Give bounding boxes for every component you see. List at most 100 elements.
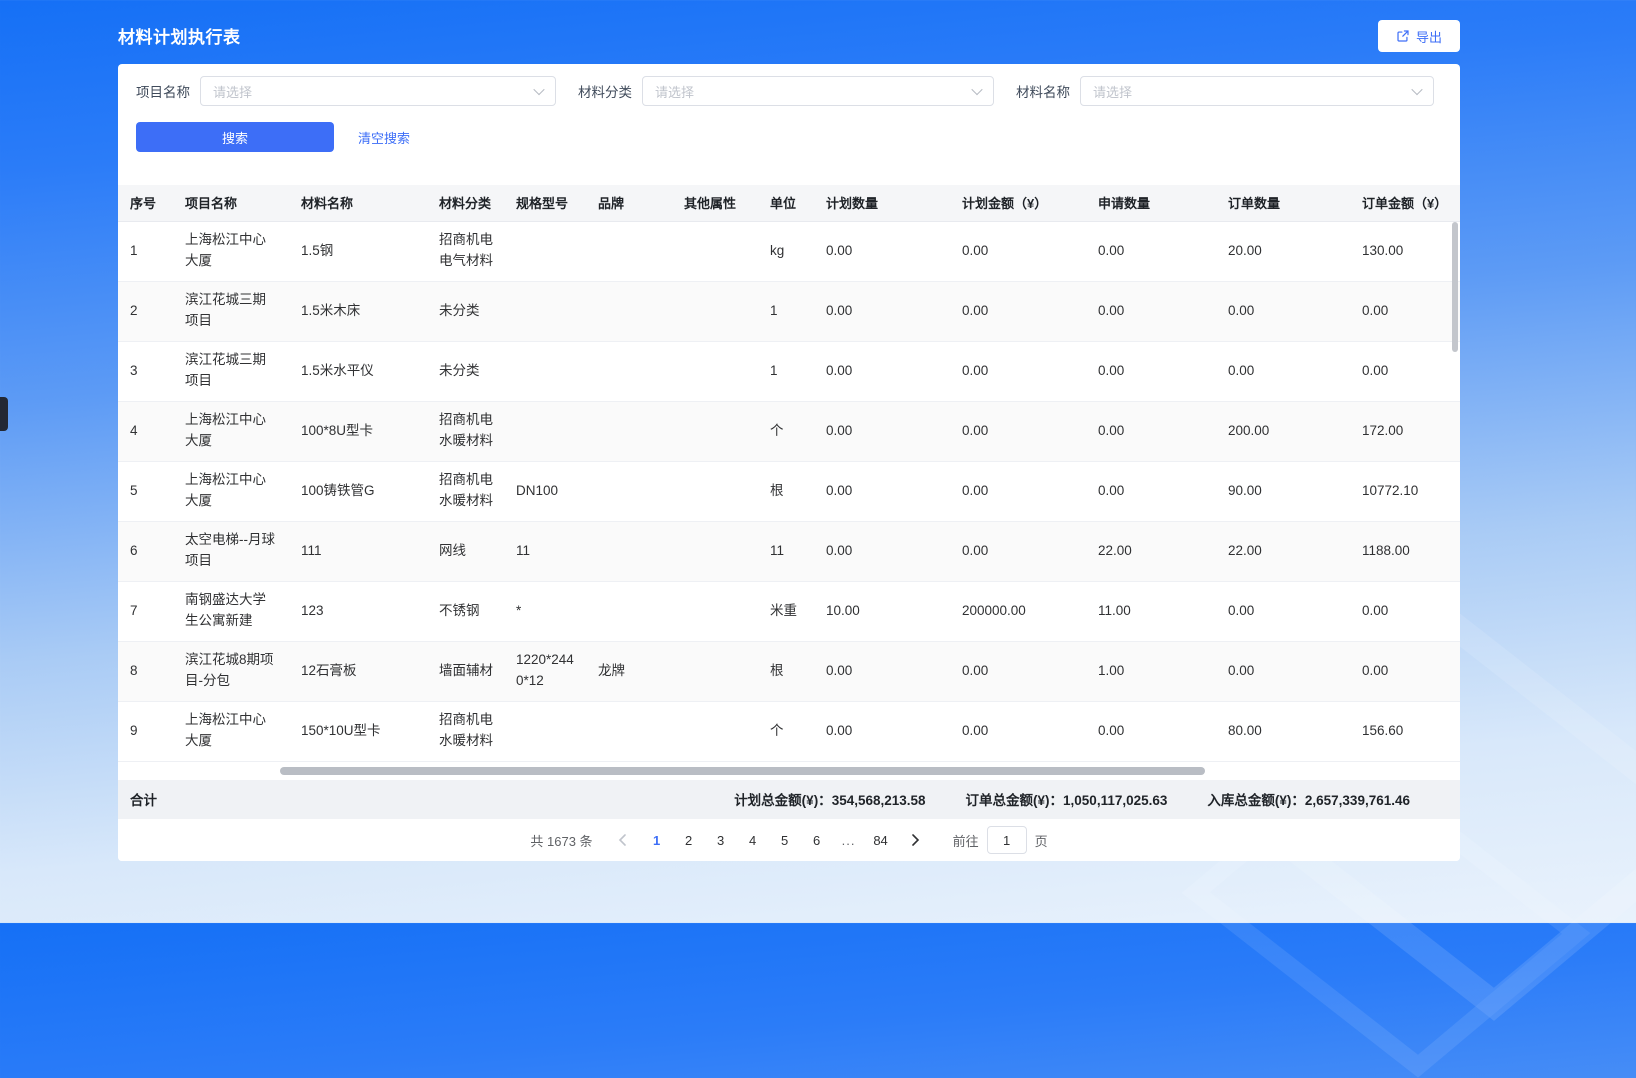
table-cell: 20.00 xyxy=(1216,221,1350,281)
next-page-button[interactable] xyxy=(901,826,929,854)
table-cell xyxy=(586,281,672,341)
chevron-down-icon xyxy=(1411,84,1422,95)
chevron-down-icon xyxy=(533,84,544,95)
table-cell: 滨江花城8期项目-分包 xyxy=(173,641,289,701)
table-cell xyxy=(504,401,586,461)
page-jump-label: 前往 xyxy=(953,831,979,850)
table-cell: 墙面辅材 xyxy=(427,641,504,701)
project-name-select[interactable]: 请选择 xyxy=(200,76,556,106)
column-header: 材料名称 xyxy=(289,185,427,221)
clear-search-link[interactable]: 清空搜索 xyxy=(358,128,410,147)
table-cell: 0.00 xyxy=(1086,701,1216,761)
table-cell xyxy=(672,521,758,581)
previous-page-button[interactable] xyxy=(609,826,637,854)
horizontal-scrollbar-thumb[interactable] xyxy=(280,767,1205,775)
column-header: 序号 xyxy=(118,185,173,221)
table-cell xyxy=(672,221,758,281)
table-cell: 南钢盛达大学生公寓新建 xyxy=(173,581,289,641)
table-cell: 滨江花城三期项目 xyxy=(173,281,289,341)
table-cell: 111 xyxy=(289,521,427,581)
order-total-amount: 订单总金额(¥)：1,050,117,025.63 xyxy=(966,789,1168,809)
table-cell: 0.00 xyxy=(1086,281,1216,341)
table-cell: 0.00 xyxy=(1216,281,1350,341)
material-name-select[interactable]: 请选择 xyxy=(1080,76,1434,106)
planned-total-amount: 计划总金额(¥)：354,568,213.58 xyxy=(734,789,925,809)
column-header: 单位 xyxy=(758,185,814,221)
pager-ellipsis[interactable]: ... xyxy=(835,826,863,854)
table-cell xyxy=(586,341,672,401)
column-header: 订单数量 xyxy=(1216,185,1350,221)
page-button-4[interactable]: 4 xyxy=(739,826,767,854)
material-category-placeholder: 请选择 xyxy=(655,82,694,101)
table-cell: 7 xyxy=(118,581,173,641)
page-button-3[interactable]: 3 xyxy=(707,826,735,854)
content-card: 项目名称 请选择 材料分类 请选择 材料名称 请选择 xyxy=(118,64,1460,861)
table-cell: 上海松江中心大厦 xyxy=(173,221,289,281)
table-cell: 8 xyxy=(118,641,173,701)
table-cell: 1188.00 xyxy=(1350,521,1460,581)
table-cell xyxy=(672,401,758,461)
material-name-placeholder: 请选择 xyxy=(1093,82,1132,101)
page-button-6[interactable]: 6 xyxy=(803,826,831,854)
page-title: 材料计划执行表 xyxy=(118,23,241,48)
page-button-5[interactable]: 5 xyxy=(771,826,799,854)
table-cell: DN100 xyxy=(504,461,586,521)
page-jump: 前往 页 xyxy=(953,826,1048,854)
summary-label: 合计 xyxy=(130,789,157,809)
filter-field-material-category: 材料分类 请选择 xyxy=(578,76,994,106)
table-cell: 0.00 xyxy=(1086,341,1216,401)
table-cell: 6 xyxy=(118,521,173,581)
project-name-placeholder: 请选择 xyxy=(213,82,252,101)
table-row: 9上海松江中心大厦150*10U型卡招商机电水暖材料个0.000.000.008… xyxy=(118,701,1460,761)
table-row: 3滨江花城三期项目1.5米水平仪未分类10.000.000.000.000.00 xyxy=(118,341,1460,401)
search-button[interactable]: 搜索 xyxy=(136,122,334,152)
side-drawer-handle[interactable] xyxy=(0,397,8,431)
table-cell: 200.00 xyxy=(1216,401,1350,461)
page-button-1[interactable]: 1 xyxy=(643,826,671,854)
table-cell: 0.00 xyxy=(814,641,950,701)
table-row: 8滨江花城8期项目-分包12石膏板墙面辅材1220*2440*12龙牌根0.00… xyxy=(118,641,1460,701)
table-cell: 米重 xyxy=(758,581,814,641)
table-cell: 11.00 xyxy=(1086,581,1216,641)
order-total-value: 1,050,117,025.63 xyxy=(1063,793,1167,808)
table-cell: 0.00 xyxy=(1350,341,1460,401)
table-cell: 80.00 xyxy=(1216,701,1350,761)
table-cell: * xyxy=(504,581,586,641)
vertical-scrollbar-thumb[interactable] xyxy=(1452,222,1458,352)
table-row: 4上海松江中心大厦100*8U型卡招商机电水暖材料个0.000.000.0020… xyxy=(118,401,1460,461)
table-cell: 0.00 xyxy=(1216,581,1350,641)
table-cell: kg xyxy=(758,221,814,281)
materials-table: 序号项目名称材料名称材料分类规格型号品牌其他属性单位计划数量计划金额（¥）申请数… xyxy=(118,185,1460,762)
table-cell xyxy=(672,641,758,701)
table-cell: 根 xyxy=(758,641,814,701)
table-cell: 3 xyxy=(118,341,173,401)
page-jump-input[interactable] xyxy=(987,826,1027,854)
table-cell: 0.00 xyxy=(1086,221,1216,281)
chevron-right-icon xyxy=(909,834,921,846)
table-cell: 200000.00 xyxy=(950,581,1086,641)
column-header: 项目名称 xyxy=(173,185,289,221)
table-cell: 10772.10 xyxy=(1350,461,1460,521)
table-cell: 0.00 xyxy=(950,521,1086,581)
table-cell: 网线 xyxy=(427,521,504,581)
project-name-label: 项目名称 xyxy=(136,81,190,101)
page-button-2[interactable]: 2 xyxy=(675,826,703,854)
page-button-84[interactable]: 84 xyxy=(867,826,895,854)
table-cell xyxy=(504,221,586,281)
table-cell: 90.00 xyxy=(1216,461,1350,521)
table-cell: 0.00 xyxy=(950,341,1086,401)
export-button[interactable]: 导出 xyxy=(1378,20,1460,52)
column-header: 订单金额（¥） xyxy=(1350,185,1460,221)
table-cell: 5 xyxy=(118,461,173,521)
table-cell: 0.00 xyxy=(1350,641,1460,701)
table-cell: 0.00 xyxy=(814,221,950,281)
table-cell xyxy=(504,281,586,341)
order-total-label: 订单总金额(¥)： xyxy=(966,793,1064,808)
table-cell: 0.00 xyxy=(814,521,950,581)
table-cell: 1 xyxy=(758,281,814,341)
table-cell: 不锈钢 xyxy=(427,581,504,641)
table-cell: 0.00 xyxy=(950,221,1086,281)
material-category-select[interactable]: 请选择 xyxy=(642,76,994,106)
table-cell: 1.5米木床 xyxy=(289,281,427,341)
table-cell: 10.00 xyxy=(814,581,950,641)
